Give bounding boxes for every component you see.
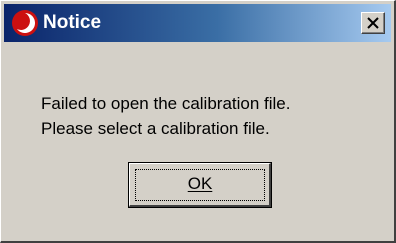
title-bar[interactable]: Notice	[4, 4, 391, 42]
close-icon	[367, 17, 379, 29]
ok-button-label-wrap: OK	[129, 174, 271, 194]
ok-button-label: OK	[187, 174, 213, 193]
notice-dialog: Notice Failed to open the calibration fi…	[0, 0, 396, 243]
message-text: Failed to open the calibration file. Ple…	[41, 91, 291, 141]
ok-button[interactable]: OK	[128, 162, 272, 208]
window-title: Notice	[43, 12, 102, 33]
close-button[interactable]	[361, 12, 385, 34]
message-line-2: Please select a calibration file.	[41, 119, 270, 138]
message-line-1: Failed to open the calibration file.	[41, 94, 291, 113]
app-logo-icon	[12, 10, 38, 36]
